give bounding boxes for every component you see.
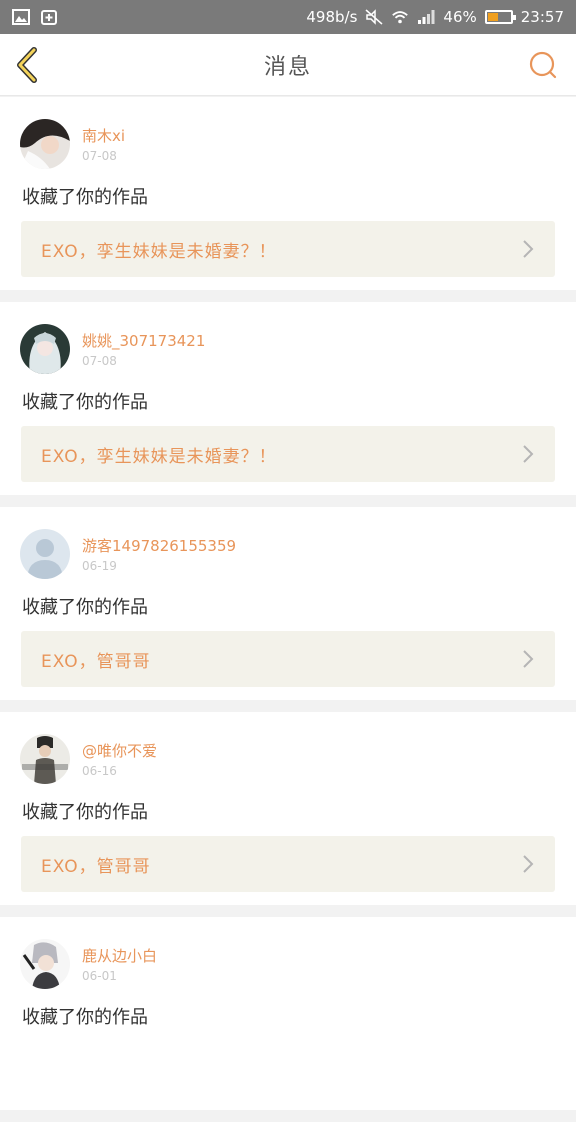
avatar[interactable] [20,734,70,784]
action-text: 收藏了你的作品 [22,802,148,823]
message-card[interactable]: 游客1497826155359 06-19 收藏了你的作品 EXO，管哥哥 [0,507,576,700]
message-list: 南木xi 07-08 收藏了你的作品 EXO，孪生妹妹是未婚妻？！ 姚姚_307… [0,97,576,1122]
signal-icon [418,10,435,24]
action-text: 收藏了你的作品 [22,187,148,208]
avatar[interactable] [20,119,70,169]
search-icon[interactable] [528,50,558,80]
message-date: 06-01 [82,969,117,983]
battery-icon [484,10,516,24]
username[interactable]: 姚姚_307173421 [82,330,205,351]
work-title: EXO，孪生妹妹是未婚妻？！ [41,241,277,262]
header: 消息 [0,34,576,96]
mute-icon [365,9,383,25]
image-icon [12,9,30,25]
wifi-icon [392,11,409,24]
clock: 23:57 [520,8,564,26]
page-title: 消息 [263,54,312,80]
message-card[interactable]: 姚姚_307173421 07-08 收藏了你的作品 EXO，孪生妹妹是未婚妻？… [0,302,576,495]
message-date: 07-08 [82,354,117,368]
username[interactable]: 鹿从边小白 [82,945,157,966]
chevron-right-icon [523,650,534,668]
work-title: EXO，管哥哥 [41,856,151,877]
username[interactable]: @唯你不爱 [82,740,157,761]
back-chevron-icon[interactable] [10,46,46,84]
avatar[interactable] [20,324,70,374]
message-date: 06-19 [82,559,117,573]
chevron-right-icon [523,445,534,463]
action-text: 收藏了你的作品 [22,392,148,413]
work-link[interactable]: EXO，孪生妹妹是未婚妻？！ [21,426,555,482]
avatar[interactable] [20,529,70,579]
username[interactable]: 南木xi [82,125,125,146]
status-bar: 498b/s 46% 23:57 [0,0,576,34]
work-link[interactable]: EXO，孪生妹妹是未婚妻？！ [21,221,555,277]
battery-percent: 46% [443,8,477,26]
message-card[interactable]: @唯你不爱 06-16 收藏了你的作品 EXO，管哥哥 [0,712,576,905]
chevron-right-icon [523,240,534,258]
work-link[interactable]: EXO，管哥哥 [21,836,555,892]
action-text: 收藏了你的作品 [22,597,148,618]
message-card[interactable]: 鹿从边小白 06-01 收藏了你的作品 [0,917,576,1110]
message-date: 06-16 [82,764,117,778]
net-speed: 498b/s [306,8,358,26]
avatar[interactable] [20,939,70,989]
message-date: 07-08 [82,149,117,163]
work-link[interactable]: EXO，管哥哥 [21,631,555,687]
username[interactable]: 游客1497826155359 [82,535,236,556]
work-title: EXO，孪生妹妹是未婚妻？！ [41,446,277,467]
action-text: 收藏了你的作品 [22,1007,148,1028]
add-box-icon [41,10,57,25]
message-card[interactable]: 南木xi 07-08 收藏了你的作品 EXO，孪生妹妹是未婚妻？！ [0,97,576,290]
chevron-right-icon [523,855,534,873]
work-title: EXO，管哥哥 [41,651,151,672]
